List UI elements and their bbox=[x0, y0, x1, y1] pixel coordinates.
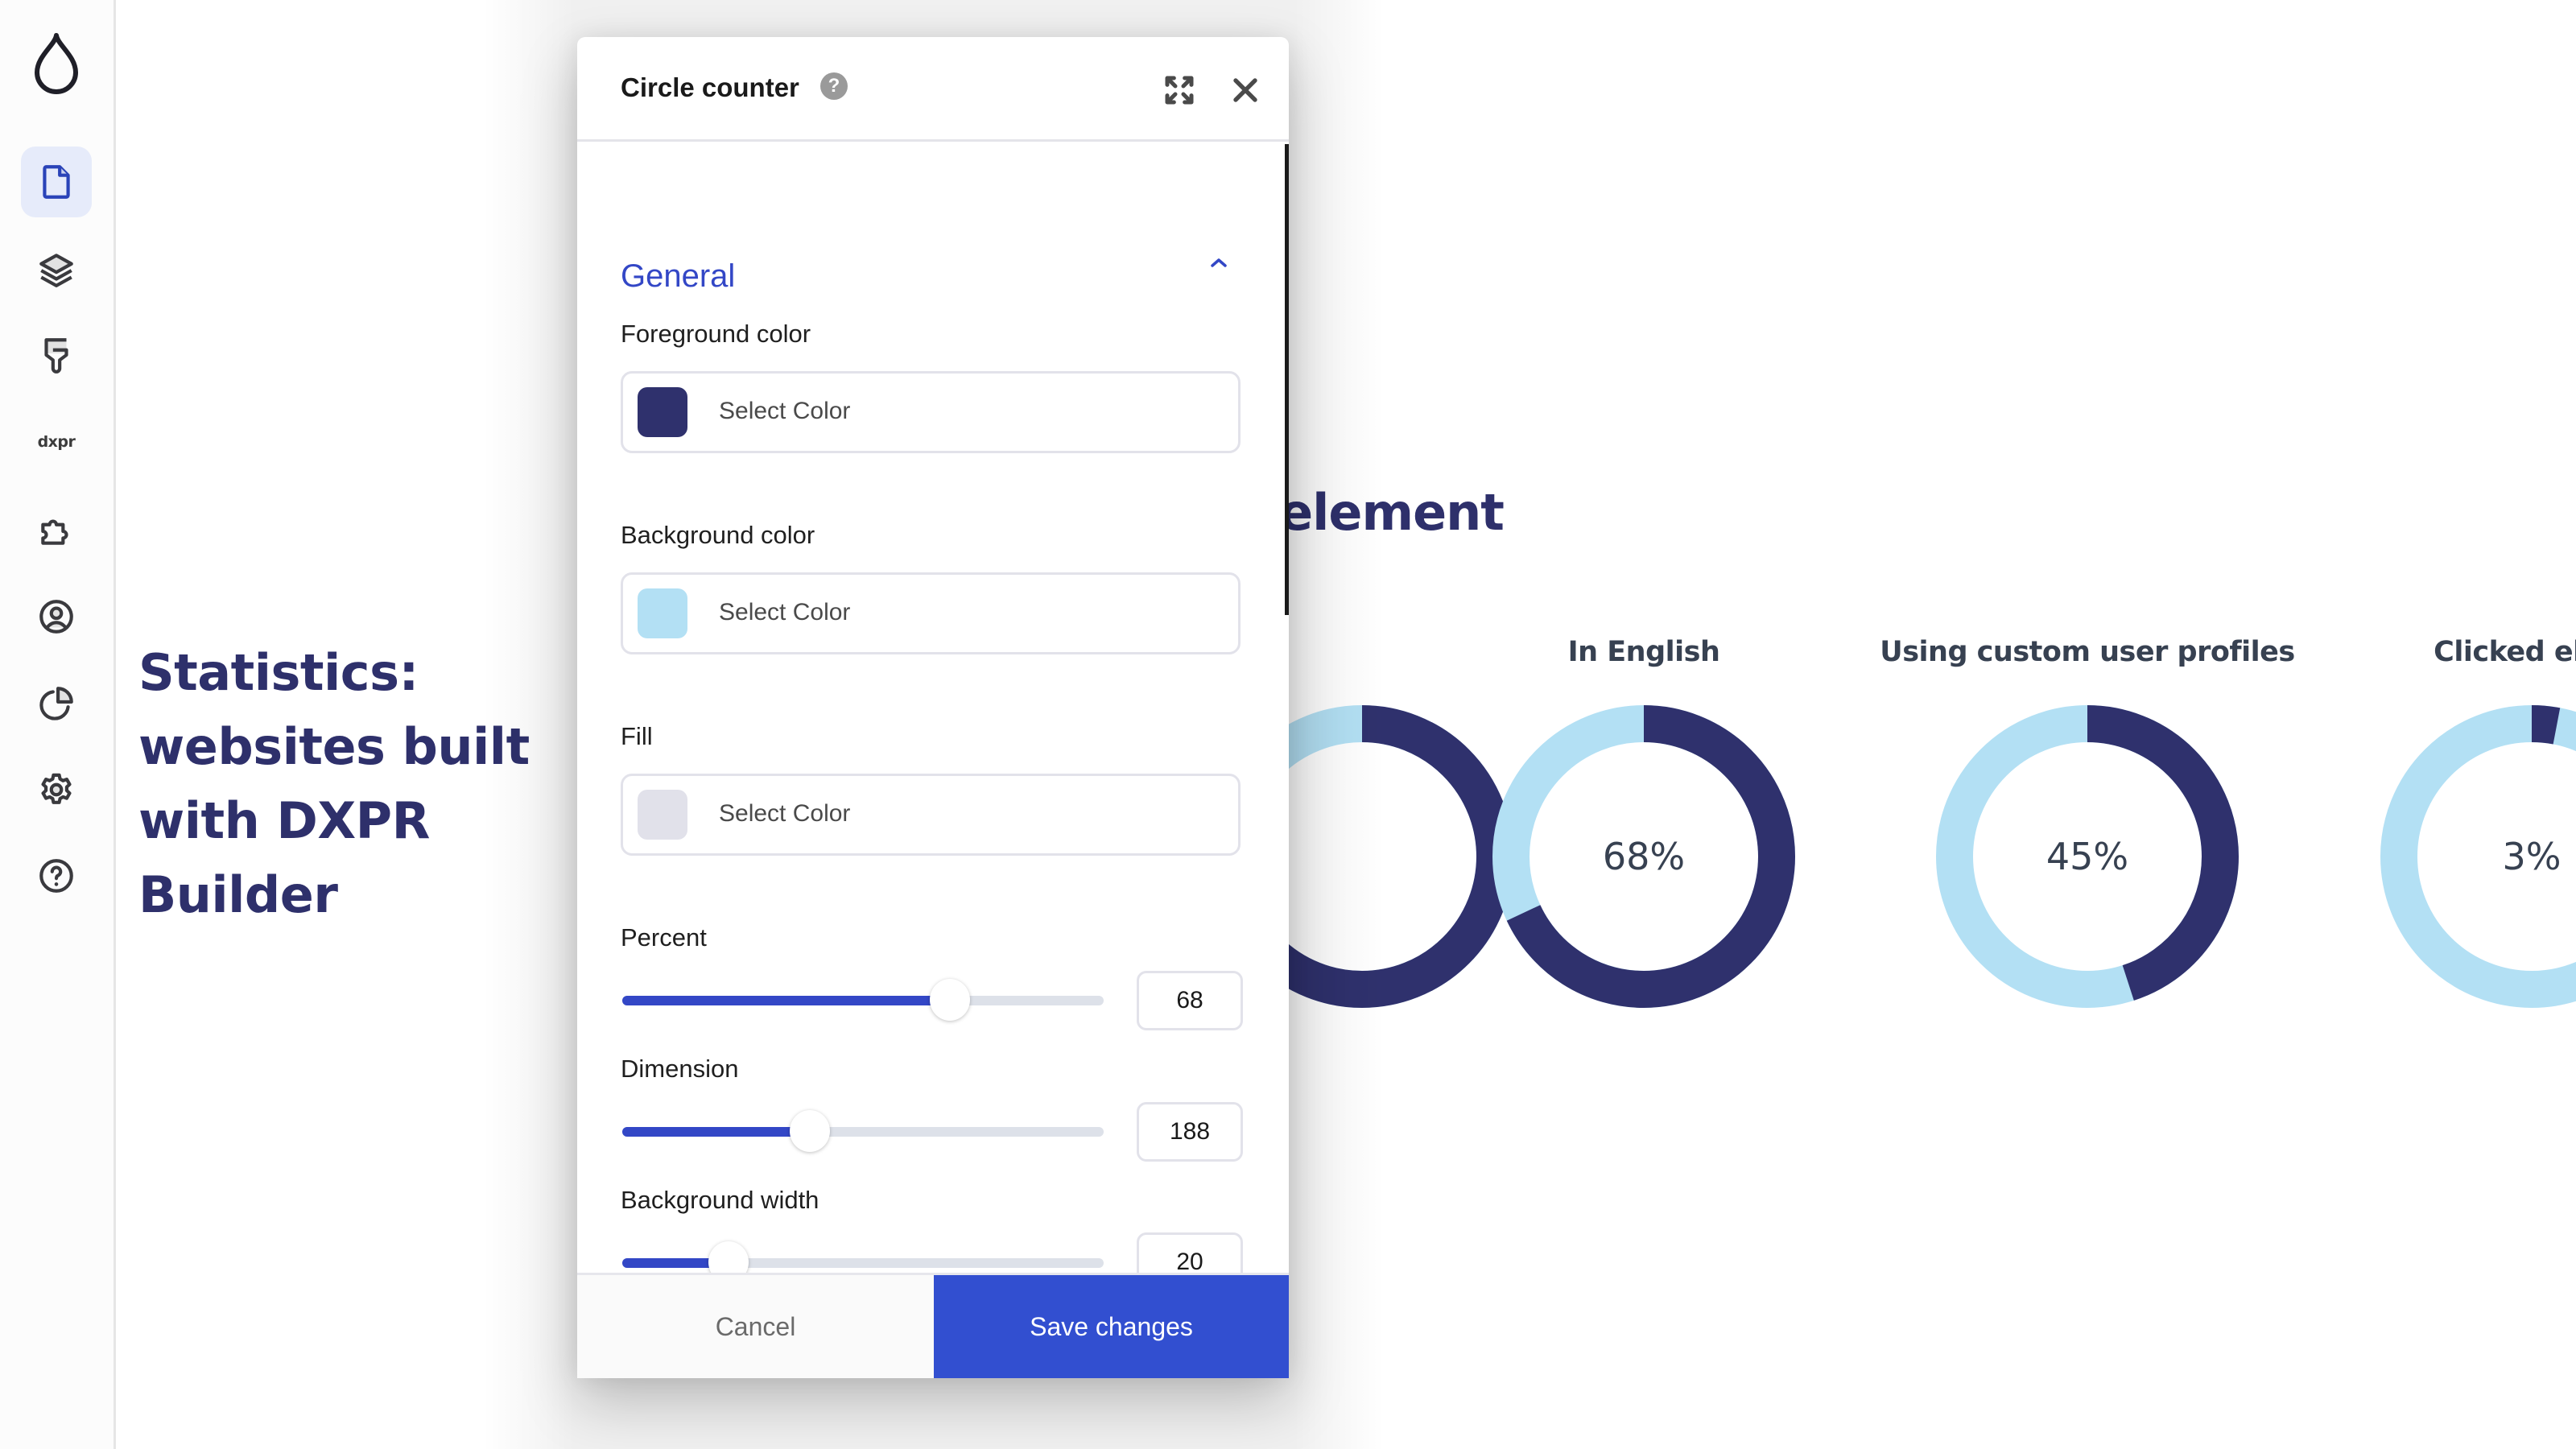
foreground-swatch bbox=[638, 387, 687, 437]
counter-label: Clicked elem bbox=[2434, 636, 2576, 668]
foreground-color-picker[interactable]: Select Color bbox=[621, 371, 1241, 453]
counter-ring: 68% bbox=[1492, 705, 1795, 1008]
app-root: dxpr Statistics: websites built with DXP… bbox=[0, 0, 2576, 1449]
drupal-drop-icon[interactable] bbox=[31, 32, 82, 97]
section-general-title[interactable]: General bbox=[621, 258, 735, 295]
counter-label: Using custom user profiles bbox=[1880, 636, 2295, 668]
gear-icon bbox=[41, 773, 72, 804]
circle-counter-modal: Circle counter ? General Foreground colo… bbox=[577, 37, 1289, 1378]
slider-thumb[interactable] bbox=[929, 979, 970, 1021]
percent-slider[interactable] bbox=[622, 979, 1104, 1021]
counter-value: 68% bbox=[1603, 835, 1685, 878]
save-changes-button[interactable]: Save changes bbox=[934, 1275, 1289, 1378]
fill-label: Fill bbox=[621, 722, 653, 750]
slider-fill bbox=[622, 1127, 811, 1137]
counter-ring: 45% bbox=[1936, 705, 2239, 1008]
select-color-text: Select Color bbox=[719, 800, 851, 827]
circle-counter-item[interactable]: In English 68% bbox=[1418, 636, 1869, 1018]
dimension-label: Dimension bbox=[621, 1055, 739, 1083]
dimension-input[interactable]: 188 bbox=[1137, 1102, 1243, 1162]
modal-body: General Foreground color Select Color Ba… bbox=[577, 144, 1289, 1292]
sidebar-item-people[interactable] bbox=[21, 581, 92, 652]
percent-input[interactable]: 68 bbox=[1137, 971, 1243, 1030]
select-color-text: Select Color bbox=[719, 398, 851, 424]
expand-icon[interactable] bbox=[1163, 74, 1195, 106]
sidebar: dxpr bbox=[0, 0, 116, 1449]
fill-swatch bbox=[638, 790, 687, 840]
statistics-title: Statistics: websites built with DXPR Bui… bbox=[138, 643, 530, 924]
sidebar-item-theme[interactable] bbox=[21, 320, 92, 390]
sidebar-item-dxpr[interactable]: dxpr bbox=[21, 407, 92, 477]
file-icon bbox=[43, 165, 70, 199]
sidebar-item-reports[interactable] bbox=[21, 668, 92, 739]
cancel-button[interactable]: Cancel bbox=[577, 1275, 934, 1378]
counter-ring: 3% bbox=[2380, 705, 2576, 1008]
counter-label: In English bbox=[1567, 636, 1720, 668]
counter-value: 3% bbox=[2503, 835, 2562, 878]
paint-brush-icon bbox=[44, 338, 68, 374]
background-color-label: Background color bbox=[621, 521, 815, 549]
background-width-slider[interactable] bbox=[622, 1241, 1104, 1283]
fill-color-picker[interactable]: Select Color bbox=[621, 774, 1241, 856]
sidebar-item-pages[interactable] bbox=[21, 147, 92, 217]
circle-counter-item[interactable]: Clicked elem 3% bbox=[2306, 636, 2576, 1018]
modal-scrollbar[interactable] bbox=[1285, 144, 1289, 615]
slider-fill bbox=[622, 996, 950, 1005]
dimension-slider[interactable] bbox=[622, 1110, 1104, 1152]
help-icon[interactable]: ? bbox=[820, 72, 848, 100]
foreground-color-label: Foreground color bbox=[621, 320, 811, 348]
circle-counter-item[interactable]: Using custom user profiles 45% bbox=[1862, 636, 2313, 1018]
user-circle-icon bbox=[39, 600, 73, 634]
puzzle-icon bbox=[41, 519, 68, 545]
sidebar-item-help[interactable] bbox=[21, 840, 92, 911]
page-content: Statistics: websites built with DXPR Bui… bbox=[116, 0, 2576, 1449]
help-circle-icon bbox=[39, 859, 73, 893]
layers-icon bbox=[39, 254, 73, 287]
sidebar-item-layers[interactable] bbox=[21, 233, 92, 304]
dxpr-logo: dxpr bbox=[37, 433, 76, 451]
modal-footer: Cancel Save changes bbox=[577, 1273, 1289, 1378]
modal-header: Circle counter ? bbox=[577, 37, 1289, 142]
slider-thumb[interactable] bbox=[790, 1110, 831, 1152]
background-width-label: Background width bbox=[621, 1186, 819, 1214]
background-swatch bbox=[638, 588, 687, 638]
pie-chart-icon bbox=[39, 687, 73, 720]
close-icon[interactable] bbox=[1231, 76, 1260, 105]
modal-title: Circle counter bbox=[621, 72, 799, 102]
chevron-up-icon[interactable] bbox=[1210, 257, 1228, 268]
percent-label: Percent bbox=[621, 923, 707, 952]
background-color-picker[interactable]: Select Color bbox=[621, 572, 1241, 654]
select-color-text: Select Color bbox=[719, 599, 851, 625]
sidebar-item-extensions[interactable] bbox=[21, 494, 92, 565]
counter-value: 45% bbox=[2046, 835, 2128, 878]
sidebar-item-settings[interactable] bbox=[21, 754, 92, 825]
